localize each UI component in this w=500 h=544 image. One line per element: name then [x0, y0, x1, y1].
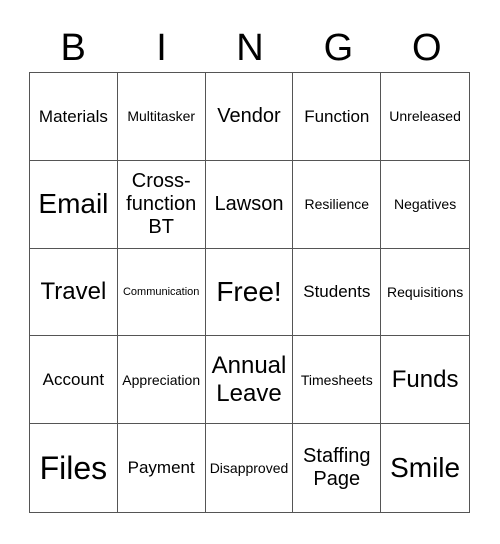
header-letter-n: N [236, 27, 264, 69]
bingo-cell[interactable]: Unreleased [381, 73, 469, 161]
header-letter-o: O [411, 27, 442, 69]
bingo-cell[interactable]: Communication [117, 248, 206, 337]
bingo-cell[interactable]: Payment [118, 424, 206, 512]
bingo-cell[interactable]: Vendor [205, 73, 294, 161]
bingo-grid: Materials Multitasker Vendor Function Un… [29, 72, 470, 513]
bingo-cell[interactable]: Smile [381, 424, 469, 512]
bingo-cell[interactable]: Function [293, 73, 382, 161]
bingo-cell[interactable]: Students [293, 248, 382, 337]
bingo-cell[interactable]: Materials [30, 73, 118, 161]
bingo-cell[interactable]: Lawson [205, 160, 294, 249]
free-space-cell[interactable]: Free! [205, 248, 294, 337]
bingo-cell[interactable]: Multitasker [117, 73, 206, 161]
bingo-cell[interactable]: Annual Leave [205, 336, 294, 425]
header-letter-i: I [156, 27, 167, 69]
header-letter-g: G [323, 27, 354, 69]
bingo-cell[interactable]: Email [30, 160, 118, 249]
bingo-cell[interactable]: Requisitions [381, 249, 469, 337]
bingo-cell[interactable]: Account [30, 336, 118, 425]
bingo-cell[interactable]: Staffing Page [293, 424, 382, 512]
bingo-cell[interactable]: Disapproved [206, 424, 294, 512]
bingo-cell[interactable]: Resilience [293, 160, 382, 249]
bingo-cell[interactable]: Appreciation [117, 336, 206, 425]
bingo-cell[interactable]: Files [30, 424, 118, 512]
bingo-cell[interactable]: Cross-function BT [117, 160, 206, 249]
bingo-header: B I N G O [29, 24, 471, 72]
bingo-cell[interactable]: Timesheets [293, 336, 382, 425]
bingo-cell[interactable]: Funds [381, 336, 469, 425]
header-letter-b: B [60, 27, 86, 69]
bingo-cell[interactable]: Travel [30, 248, 118, 337]
bingo-cell[interactable]: Negatives [381, 161, 469, 249]
